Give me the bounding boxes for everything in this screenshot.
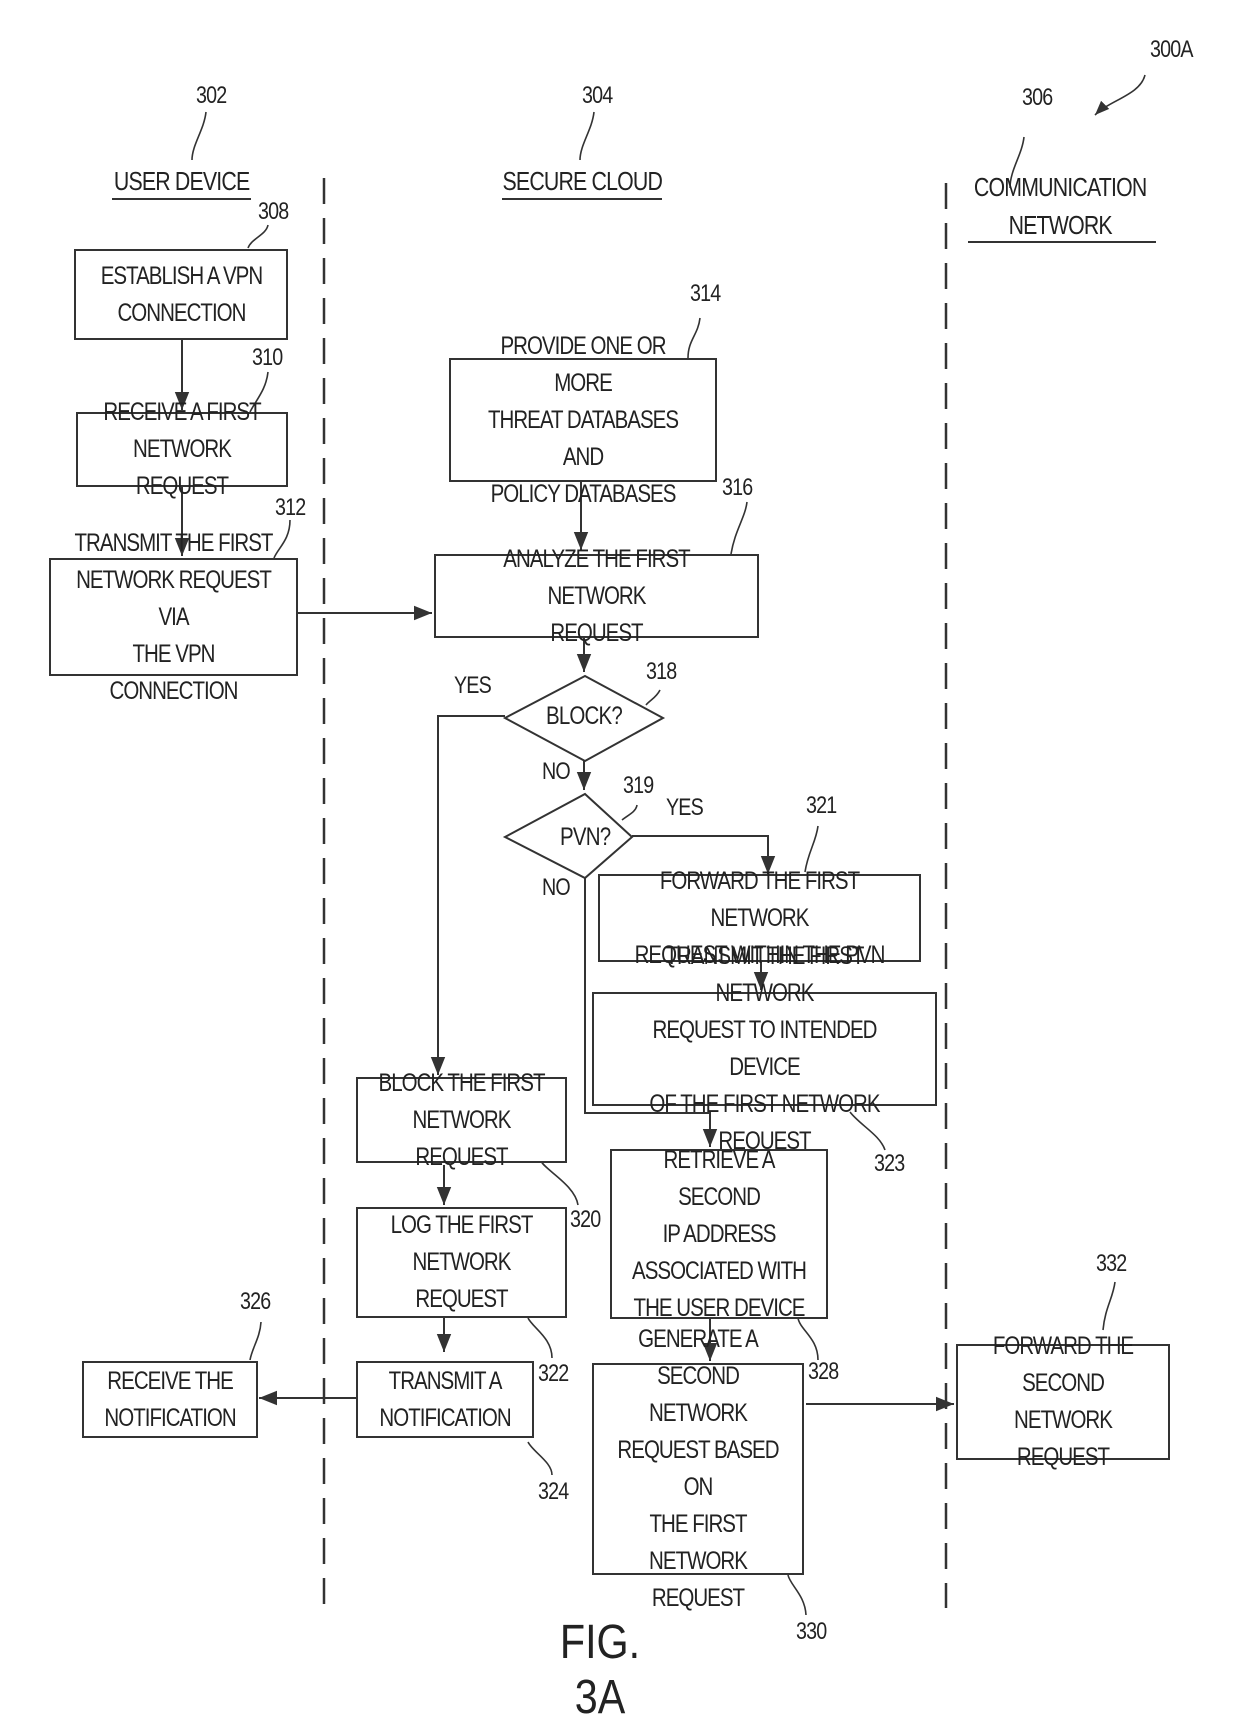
ref-324: 324 (538, 1478, 569, 1505)
leader-330 (787, 1574, 807, 1616)
decision-pvn-label: PVN? (560, 823, 611, 851)
step-314-provide-databases: PROVIDE ONE OR MORE THREAT DATABASES AND… (449, 332, 717, 508)
branch-label-block-no: NO (542, 758, 571, 785)
ref-314: 314 (690, 280, 721, 307)
step-310-receive-request: RECEIVE A FIRST NETWORK REQUEST (76, 398, 288, 500)
branch-label-block-yes: YES (454, 672, 492, 699)
ref-316: 316 (722, 474, 753, 501)
step-324-transmit-notification: TRANSMIT A NOTIFICATION (356, 1361, 534, 1438)
lane-title-user-device: USER DEVICE (114, 166, 250, 196)
lane-title-communication-network: COMMUNICATION NETWORK (973, 172, 1147, 240)
figure-ref: 300A (1150, 36, 1194, 63)
ref-322: 322 (538, 1360, 569, 1387)
leader-304 (579, 111, 595, 161)
ref-326: 326 (240, 1288, 271, 1315)
step-308-establish-vpn: ESTABLISH A VPN CONNECTION (74, 249, 288, 340)
leader-322 (527, 1317, 553, 1359)
step-332-forward-second-request: FORWARD THE SECOND NETWORK REQUEST (956, 1332, 1170, 1471)
figure-caption: FIG. 3A (559, 1616, 641, 1724)
ref-332: 332 (1096, 1250, 1127, 1277)
ref-308: 308 (258, 198, 289, 225)
arrow-318-320 (430, 715, 505, 1075)
step-322-log-request: LOG THE FIRST NETWORK REQUEST (356, 1207, 567, 1318)
lane-title-secure-cloud: SECURE CLOUD (502, 166, 662, 196)
step-328-retrieve-ip: RETRIEVE A SECOND IP ADDRESS ASSOCIATED … (610, 1146, 828, 1322)
ref-310: 310 (252, 344, 283, 371)
lane-ref-secure-cloud: 304 (582, 82, 613, 109)
decision-block-label: BLOCK? (546, 702, 623, 730)
leader-320 (540, 1160, 579, 1206)
leader-318 (645, 689, 661, 706)
ref-320: 320 (570, 1206, 601, 1233)
step-320-block-request: BLOCK THE FIRST NETWORK REQUEST (356, 1069, 567, 1171)
step-316-analyze-request: ANALYZE THE FIRST NETWORK REQUEST (434, 545, 759, 647)
step-326-receive-notification: RECEIVE THE NOTIFICATION (82, 1361, 258, 1438)
ref-323: 323 (874, 1150, 905, 1177)
leader-326 (249, 1321, 262, 1361)
leader-300a (1094, 74, 1146, 116)
leader-332 (1102, 1281, 1116, 1331)
leader-312 (273, 519, 291, 559)
leader-316 (730, 501, 748, 555)
ref-328: 328 (808, 1358, 839, 1385)
step-330-generate-second-request: GENERATE A SECOND NETWORK REQUEST BASED … (592, 1325, 804, 1612)
ref-312: 312 (275, 494, 306, 521)
leader-324 (527, 1441, 553, 1476)
step-312-transmit-request: TRANSMIT THE FIRST NETWORK REQUEST VIA T… (49, 529, 298, 705)
ref-319: 319 (623, 772, 654, 799)
leader-302 (191, 111, 207, 161)
ref-318: 318 (646, 658, 677, 685)
branch-label-pvn-no: NO (542, 874, 571, 901)
lane-ref-user-device: 302 (196, 82, 227, 109)
step-323-transmit-to-intended-device: TRANSMIT THE FIRST NETWORK REQUEST TO IN… (592, 942, 937, 1155)
lane-ref-communication-network: 306 (1022, 84, 1053, 111)
ref-321: 321 (806, 792, 837, 819)
leader-308 (247, 224, 269, 249)
leader-319 (621, 804, 638, 821)
branch-label-pvn-yes: YES (666, 794, 704, 821)
ref-330: 330 (796, 1618, 827, 1645)
